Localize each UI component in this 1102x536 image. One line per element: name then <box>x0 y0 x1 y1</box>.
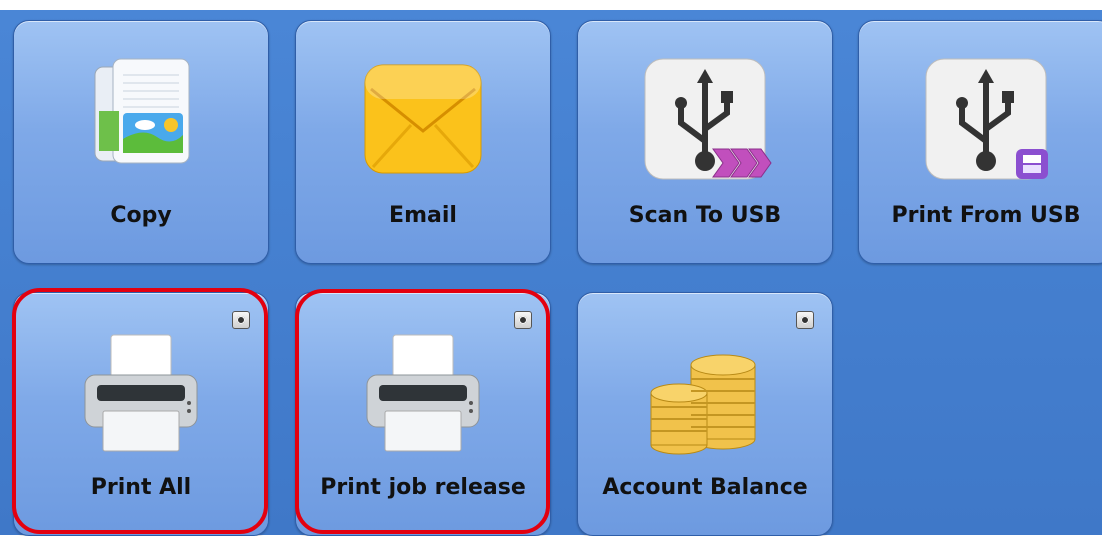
copy-tile[interactable]: Copy <box>13 20 269 264</box>
tile-label: Print job release <box>320 475 526 500</box>
printer-icon <box>366 334 480 452</box>
email-icon <box>364 64 482 174</box>
account-balance-tile[interactable]: Account Balance <box>577 292 833 536</box>
print-job-release-tile[interactable]: Print job release <box>295 292 551 536</box>
coins-icon <box>650 354 756 455</box>
printer-icon <box>84 334 198 452</box>
email-tile[interactable]: Email <box>295 20 551 264</box>
tile-label: Email <box>389 203 457 228</box>
tile-label: Print All <box>90 475 192 500</box>
settings-gear-icon[interactable] <box>514 311 532 329</box>
print-from-usb-icon <box>925 58 1048 180</box>
scan-to-usb-icon <box>644 58 772 180</box>
tile-label: Scan To USB <box>628 203 782 228</box>
tile-label: Print From USB <box>891 203 1081 228</box>
settings-gear-icon[interactable] <box>232 311 250 329</box>
print-from-usb-tile[interactable]: Print From USB <box>858 20 1102 264</box>
tile-label: Copy <box>110 203 172 228</box>
scan-to-usb-tile[interactable]: Scan To USB <box>577 20 833 264</box>
settings-gear-icon[interactable] <box>796 311 814 329</box>
copy-icon <box>94 58 190 164</box>
apps-panel: Copy Email Scan To USB Print From USB Pr… <box>0 10 1102 536</box>
tile-label: Account Balance <box>602 475 808 500</box>
print-all-tile[interactable]: Print All <box>13 292 269 536</box>
